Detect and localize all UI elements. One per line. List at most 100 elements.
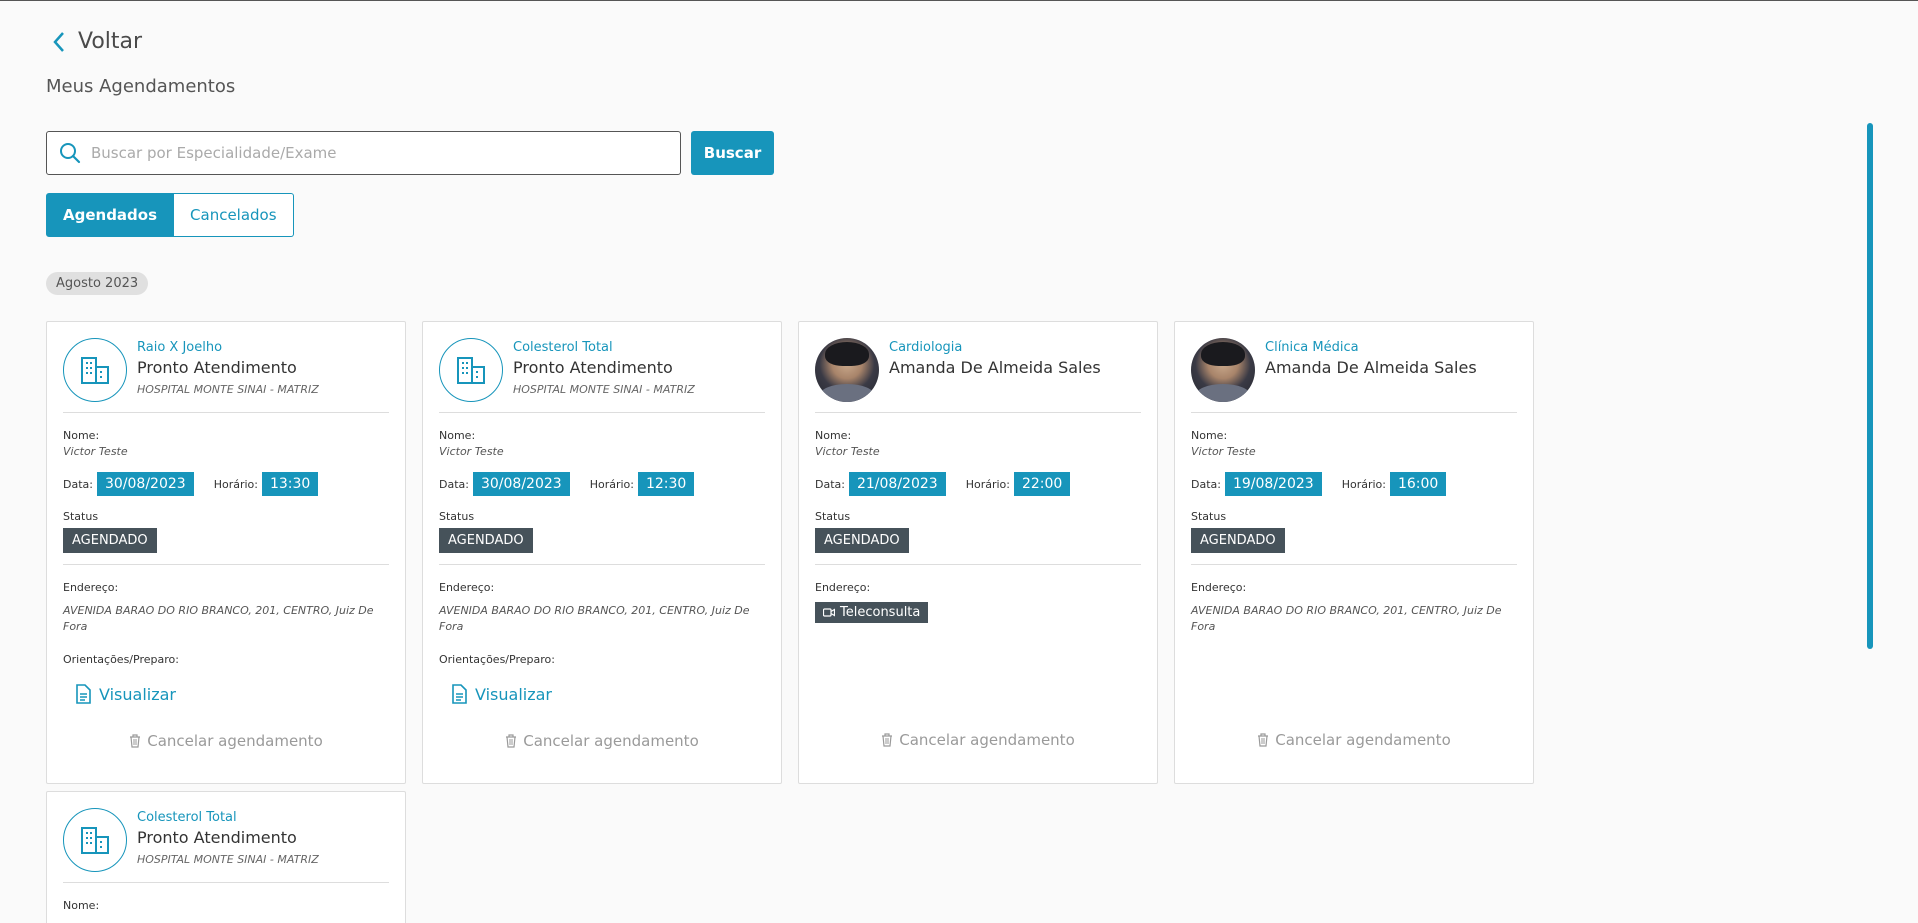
specialty-link[interactable]: Colesterol Total bbox=[513, 340, 695, 355]
hospital-name: HOSPITAL MONTE SINAI - MATRIZ bbox=[513, 383, 695, 396]
divider bbox=[1191, 564, 1517, 565]
address-label: Endereço: bbox=[815, 581, 871, 594]
search-button[interactable]: Buscar bbox=[691, 131, 774, 175]
divider bbox=[63, 564, 389, 565]
specialty-link[interactable]: Raio X Joelho bbox=[137, 340, 319, 355]
nome-label: Nome: bbox=[815, 429, 852, 442]
trash-icon bbox=[882, 733, 893, 747]
search-input[interactable] bbox=[91, 144, 680, 162]
address-label: Endereço: bbox=[63, 581, 119, 594]
teleconsulta-label: Teleconsulta bbox=[840, 605, 921, 620]
cancel-label: Cancelar agendamento bbox=[147, 732, 323, 750]
patient-name: Victor Teste bbox=[63, 445, 128, 458]
page-title: Meus Agendamentos bbox=[46, 76, 236, 97]
building-icon bbox=[63, 338, 127, 402]
doctor-avatar bbox=[1191, 338, 1255, 402]
appointment-card: Cardiologia Amanda De Almeida Sales Nome… bbox=[798, 321, 1158, 784]
appointment-card: Colesterol Total Pronto Atendimento HOSP… bbox=[46, 791, 406, 923]
trash-icon bbox=[130, 734, 141, 748]
nome-label: Nome: bbox=[63, 429, 100, 442]
search-field-wrapper bbox=[46, 131, 681, 175]
address-value: AVENIDA BARAO DO RIO BRANCO, 201, CENTRO… bbox=[439, 604, 750, 633]
time-label: Horário: bbox=[213, 477, 258, 491]
cancel-label: Cancelar agendamento bbox=[523, 732, 699, 750]
cancel-label: Cancelar agendamento bbox=[899, 731, 1075, 749]
back-button[interactable]: Voltar bbox=[52, 29, 142, 54]
specialty-link[interactable]: Clínica Médica bbox=[1265, 340, 1477, 355]
hospital-name: HOSPITAL MONTE SINAI - MATRIZ bbox=[137, 383, 319, 396]
appointment-card: Raio X Joelho Pronto Atendimento HOSPITA… bbox=[46, 321, 406, 784]
time-label: Horário: bbox=[589, 477, 634, 491]
specialty-link[interactable]: Cardiologia bbox=[889, 340, 1101, 355]
divider bbox=[63, 882, 389, 883]
document-icon bbox=[76, 684, 91, 704]
divider bbox=[1191, 412, 1517, 413]
doctor-avatar bbox=[815, 338, 879, 402]
video-camera-icon bbox=[823, 608, 835, 617]
address-value: AVENIDA BARAO DO RIO BRANCO, 201, CENTRO… bbox=[1191, 604, 1502, 633]
nome-label: Nome: bbox=[439, 429, 476, 442]
date-label: Data: bbox=[1191, 477, 1221, 491]
month-chip: Agosto 2023 bbox=[46, 272, 149, 295]
place-name: Pronto Atendimento bbox=[513, 358, 673, 377]
status-label: Status bbox=[1191, 510, 1227, 523]
hospital-name: HOSPITAL MONTE SINAI - MATRIZ bbox=[137, 853, 319, 866]
divider bbox=[815, 564, 1141, 565]
cancel-appointment-button[interactable]: Cancelar agendamento bbox=[1175, 731, 1533, 749]
time-badge: 16:00 bbox=[1389, 472, 1447, 496]
patient-name: Victor Teste bbox=[815, 445, 880, 458]
time-badge: 12:30 bbox=[637, 472, 695, 496]
view-label: Visualizar bbox=[475, 684, 552, 704]
back-label: Voltar bbox=[78, 29, 143, 54]
appointment-card: Clínica Médica Amanda De Almeida Sales N… bbox=[1174, 321, 1534, 784]
view-orientations-button[interactable]: Visualizar bbox=[75, 684, 389, 704]
specialty-link[interactable]: Colesterol Total bbox=[137, 810, 319, 825]
cancel-appointment-button[interactable]: Cancelar agendamento bbox=[47, 732, 405, 750]
place-name: Pronto Atendimento bbox=[137, 828, 297, 847]
trash-icon bbox=[506, 734, 517, 748]
building-icon bbox=[63, 808, 127, 872]
nome-label: Nome: bbox=[1191, 429, 1228, 442]
date-badge: 21/08/2023 bbox=[848, 472, 946, 496]
cancel-appointment-button[interactable]: Cancelar agendamento bbox=[423, 732, 781, 750]
appointment-card: Colesterol Total Pronto Atendimento HOSP… bbox=[422, 321, 782, 784]
tab-cancelados[interactable]: Cancelados bbox=[174, 193, 294, 237]
tab-agendados[interactable]: Agendados bbox=[46, 193, 175, 237]
divider bbox=[439, 564, 765, 565]
orientations-label: Orientações/Preparo: bbox=[63, 653, 179, 666]
time-badge: 13:30 bbox=[261, 472, 319, 496]
patient-name: Victor Teste bbox=[439, 445, 504, 458]
status-badge: AGENDADO bbox=[63, 528, 157, 553]
cancel-appointment-button[interactable]: Cancelar agendamento bbox=[799, 731, 1157, 749]
date-label: Data: bbox=[439, 477, 469, 491]
trash-icon bbox=[1258, 733, 1269, 747]
orientations-label: Orientações/Preparo: bbox=[439, 653, 555, 666]
date-badge: 30/08/2023 bbox=[472, 472, 570, 496]
status-label: Status bbox=[815, 510, 851, 523]
teleconsulta-badge: Teleconsulta bbox=[815, 602, 929, 623]
status-badge: AGENDADO bbox=[815, 528, 909, 553]
divider bbox=[63, 412, 389, 413]
status-label: Status bbox=[439, 510, 475, 523]
search-bar: Buscar bbox=[46, 131, 774, 175]
date-badge: 30/08/2023 bbox=[96, 472, 194, 496]
vertical-scrollbar[interactable] bbox=[1867, 123, 1873, 649]
status-label: Status bbox=[63, 510, 99, 523]
status-badge: AGENDADO bbox=[1191, 528, 1285, 553]
divider bbox=[815, 412, 1141, 413]
time-label: Horário: bbox=[1341, 477, 1386, 491]
date-badge: 19/08/2023 bbox=[1224, 472, 1322, 496]
status-badge: AGENDADO bbox=[439, 528, 533, 553]
time-badge: 22:00 bbox=[1013, 472, 1071, 496]
address-value: AVENIDA BARAO DO RIO BRANCO, 201, CENTRO… bbox=[63, 604, 374, 633]
view-orientations-button[interactable]: Visualizar bbox=[451, 684, 765, 704]
address-label: Endereço: bbox=[439, 581, 495, 594]
doctor-name: Amanda De Almeida Sales bbox=[889, 358, 1101, 377]
chevron-left-icon bbox=[53, 31, 64, 52]
patient-name: Victor Teste bbox=[1191, 445, 1256, 458]
divider bbox=[439, 412, 765, 413]
date-label: Data: bbox=[63, 477, 93, 491]
date-label: Data: bbox=[815, 477, 845, 491]
building-icon bbox=[439, 338, 503, 402]
document-icon bbox=[452, 684, 467, 704]
